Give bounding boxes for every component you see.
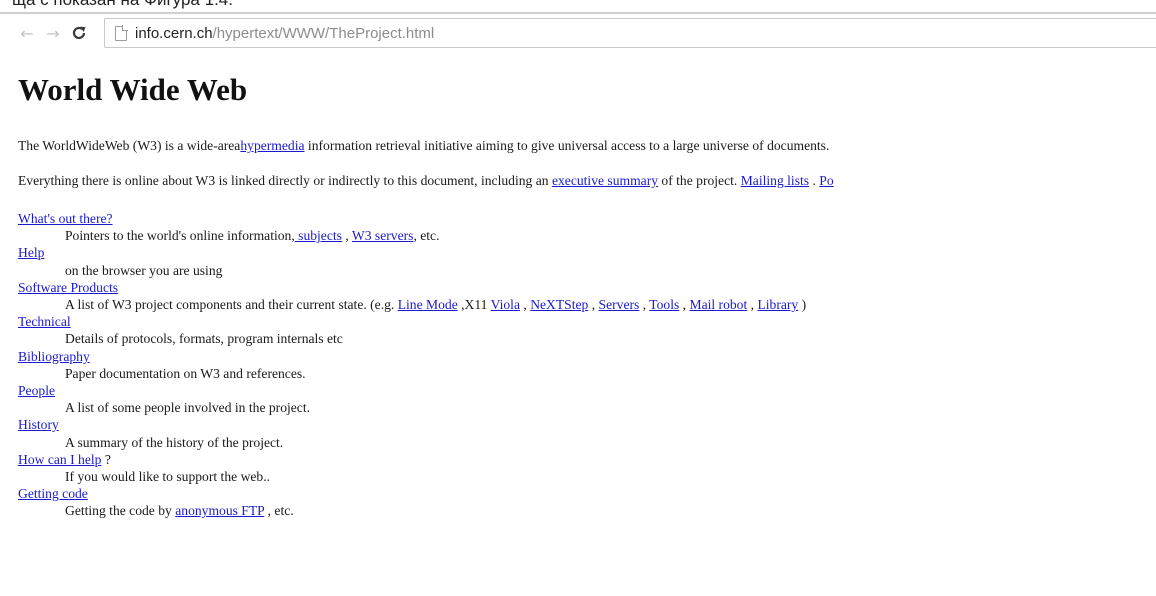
caption-strip: ща с показан на Фигура 1.4. [0, 0, 1156, 12]
everything-sep: . [809, 173, 820, 188]
topic-title: History [18, 416, 806, 433]
topic-title: People [18, 382, 806, 399]
page-title: World Wide Web [18, 72, 248, 107]
topic-sep: , [588, 297, 599, 313]
topic-title: Technical [18, 313, 806, 330]
intro-paragraph: The WorldWideWeb (W3) is a wide-areahype… [18, 138, 829, 154]
link-anonymous-ftp[interactable]: anonymous FTP [175, 503, 264, 518]
intro-text-before: The WorldWideWeb (W3) is a wide-area [18, 138, 241, 153]
link-hypermedia[interactable]: hypermedia [240, 138, 304, 153]
link-whats-out-there[interactable]: What's out there? [18, 211, 113, 226]
link-help[interactable]: Help [18, 245, 44, 260]
topic-desc-text: A list of W3 project components and thei… [65, 297, 398, 313]
topic-title: Software Products [18, 279, 806, 296]
url-text[interactable]: info.cern.ch/hypertext/WWW/TheProject.ht… [135, 25, 434, 42]
link-executive-summary[interactable]: executive summary [552, 173, 658, 188]
link-how-can-i-help[interactable]: How can I help [18, 452, 101, 467]
everything-text-before: Everything there is online about W3 is l… [18, 173, 552, 188]
topic-title: How can I help ? [18, 451, 806, 468]
topic-title: Help [18, 244, 806, 261]
link-tools[interactable]: Tools [649, 297, 679, 312]
topic-sep: , [341, 228, 352, 244]
page-document-icon [115, 25, 128, 41]
link-mail-robot[interactable]: Mail robot [689, 297, 747, 312]
topic-description: Paper documentation on W3 and references… [65, 365, 306, 381]
address-bar[interactable]: info.cern.ch/hypertext/WWW/TheProject.ht… [104, 18, 1156, 48]
topic-sep: , [639, 297, 650, 313]
topic-description: If you would like to support the web.. [65, 469, 271, 485]
topic-title: Getting code [18, 485, 806, 502]
reload-icon[interactable] [68, 22, 90, 44]
link-getting-code[interactable]: Getting code [18, 486, 88, 501]
everything-text-middle: of the project. [658, 173, 741, 188]
topic-text-x11: ,X11 [457, 297, 491, 313]
link-line-mode[interactable]: Line Mode [398, 297, 458, 312]
link-library[interactable]: Library [757, 297, 798, 312]
topic-desc-after: , etc. [413, 228, 440, 244]
link-bibliography[interactable]: Bibliography [18, 349, 90, 364]
url-host: info.cern.ch [135, 24, 213, 42]
topic-description: on the browser you are using [65, 262, 223, 278]
browser-toolbar: ← → info.cern.ch/hypertext/WWW/TheProjec… [0, 12, 1156, 52]
topic-title: Bibliography [18, 348, 806, 365]
link-software-products[interactable]: Software Products [18, 280, 118, 295]
topic-desc-text: Getting the code by [65, 503, 176, 519]
topic-desc-text: Pointers to the world's online informati… [65, 228, 295, 244]
link-servers[interactable]: Servers [599, 297, 640, 312]
topic-description: A summary of the history of the project. [65, 434, 284, 450]
topic-title: What's out there? [18, 210, 806, 227]
caption-text: ща с показан на Фигура 1.4. [12, 0, 233, 10]
topic-description: Pointers to the world's online informati… [65, 227, 806, 244]
link-viola[interactable]: Viola [491, 297, 520, 312]
link-w3-servers[interactable]: W3 servers [352, 228, 414, 243]
topic-desc-after: ) [798, 297, 807, 313]
topic-description: A list of W3 project components and thei… [65, 296, 806, 313]
link-mailing-lists[interactable]: Mailing lists [741, 173, 809, 188]
topic-sep: , [747, 297, 758, 313]
intro-text-after: information retrieval initiative aiming … [304, 138, 830, 153]
link-technical[interactable]: Technical [18, 314, 71, 329]
link-nextstep[interactable]: NeXTStep [530, 297, 588, 312]
link-people[interactable]: People [18, 383, 55, 398]
link-po[interactable]: Po [819, 173, 833, 188]
page-content: World Wide Web The WorldWideWeb (W3) is … [18, 52, 1156, 596]
back-arrow-icon[interactable]: ← [16, 22, 38, 44]
topics-list: What's out there? Pointers to the world'… [18, 210, 806, 520]
topic-sep: , [679, 297, 690, 313]
topic-desc-after: , etc. [264, 503, 294, 519]
link-history[interactable]: History [18, 417, 59, 432]
forward-arrow-icon[interactable]: → [42, 22, 64, 44]
topic-description: Getting the code by anonymous FTP , etc. [65, 502, 806, 519]
topic-sep: , [519, 297, 531, 313]
topic-description: A list of some people involved in the pr… [65, 400, 311, 416]
topic-description: Details of protocols, formats, program i… [65, 331, 343, 347]
url-path: /hypertext/WWW/TheProject.html [212, 24, 435, 42]
link-subjects[interactable]: subjects [295, 228, 342, 243]
topic-title-suffix: ? [101, 451, 111, 467]
everything-paragraph: Everything there is online about W3 is l… [18, 173, 834, 189]
